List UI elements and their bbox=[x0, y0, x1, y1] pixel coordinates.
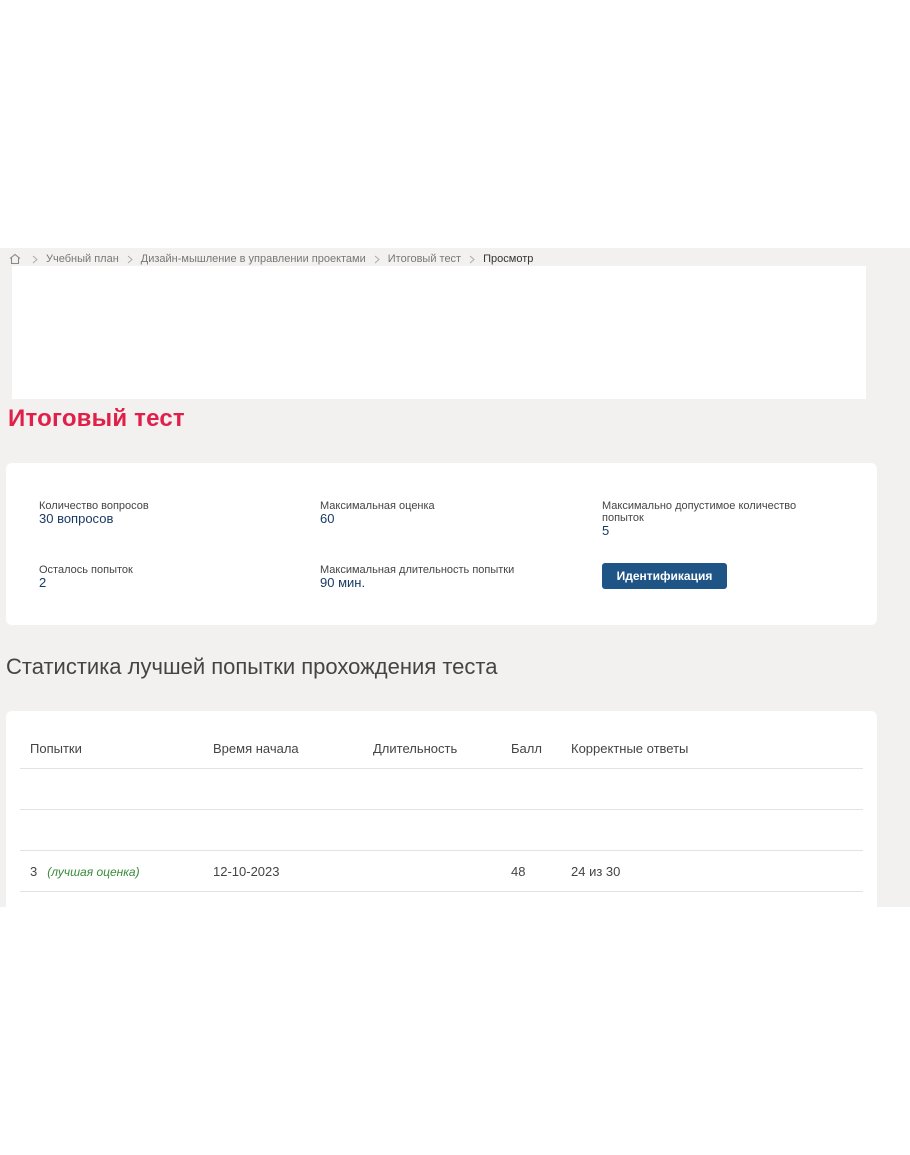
cell-correct: 24 из 30 bbox=[571, 864, 621, 879]
column-header-start-time: Время начала bbox=[213, 741, 299, 756]
chevron-right-icon bbox=[28, 255, 42, 264]
home-icon[interactable] bbox=[8, 252, 22, 266]
cell-attempt: 3 (лучшая оценка) bbox=[30, 864, 140, 879]
breadcrumb-current: Просмотр bbox=[483, 253, 534, 265]
table-row bbox=[20, 810, 863, 851]
breadcrumb-item-final-test[interactable]: Итоговый тест bbox=[388, 253, 461, 265]
column-header-attempts: Попытки bbox=[30, 741, 82, 756]
column-header-correct: Корректные ответы bbox=[571, 741, 689, 756]
table-header-row: Попытки Время начала Длительность Балл К… bbox=[20, 728, 863, 769]
stats-table: Попытки Время начала Длительность Балл К… bbox=[20, 728, 863, 892]
info-max-attempts-label: Максимально допустимое количество попыто… bbox=[602, 500, 797, 524]
info-remaining-label: Осталось попыток bbox=[39, 564, 133, 576]
attempt-number: 3 bbox=[30, 864, 38, 879]
table-row bbox=[20, 769, 863, 810]
stats-table-card: Попытки Время начала Длительность Балл К… bbox=[6, 711, 877, 907]
info-max-attempts: Максимально допустимое количество попыто… bbox=[602, 500, 817, 538]
info-max-attempts-value: 5 bbox=[602, 523, 610, 538]
info-max-duration-value: 90 мин. bbox=[320, 575, 366, 590]
info-max-score-label: Максимальная оценка bbox=[320, 500, 435, 512]
breadcrumb: Учебный план Дизайн-мышление в управлени… bbox=[8, 251, 533, 267]
info-max-score-value: 60 bbox=[320, 511, 335, 526]
breadcrumb-item-course[interactable]: Дизайн-мышление в управлении проектами bbox=[141, 253, 366, 265]
test-info-card: Количество вопросов 30 вопросов Максимал… bbox=[6, 463, 877, 625]
info-questions: Количество вопросов 30 вопросов bbox=[39, 500, 269, 526]
chevron-right-icon bbox=[465, 255, 479, 264]
info-remaining-value: 2 bbox=[39, 575, 47, 590]
chevron-right-icon bbox=[123, 255, 137, 264]
cell-start: 12-10-2023 bbox=[213, 864, 280, 879]
info-max-duration: Максимальная длительность попытки 90 мин… bbox=[320, 564, 550, 590]
best-score-badge: (лучшая оценка) bbox=[47, 865, 140, 879]
app-viewport: Учебный план Дизайн-мышление в управлени… bbox=[0, 248, 910, 907]
banner-area bbox=[12, 266, 866, 399]
identification-button[interactable]: Идентификация bbox=[602, 563, 727, 589]
table-row: 3 (лучшая оценка) 12-10-2023 48 24 из 30 bbox=[20, 851, 863, 892]
cell-score: 48 bbox=[511, 864, 526, 879]
info-max-score: Максимальная оценка 60 bbox=[320, 500, 550, 526]
page-title: Итоговый тест bbox=[8, 405, 185, 432]
column-header-score: Балл bbox=[511, 741, 542, 756]
breadcrumb-item-curriculum[interactable]: Учебный план bbox=[46, 253, 119, 265]
info-remaining: Осталось попыток 2 bbox=[39, 564, 269, 590]
column-header-duration: Длительность bbox=[373, 741, 458, 756]
stats-title: Статистика лучшей попытки прохождения те… bbox=[6, 654, 498, 679]
info-questions-value: 30 вопросов bbox=[39, 511, 114, 526]
chevron-right-icon bbox=[370, 255, 384, 264]
